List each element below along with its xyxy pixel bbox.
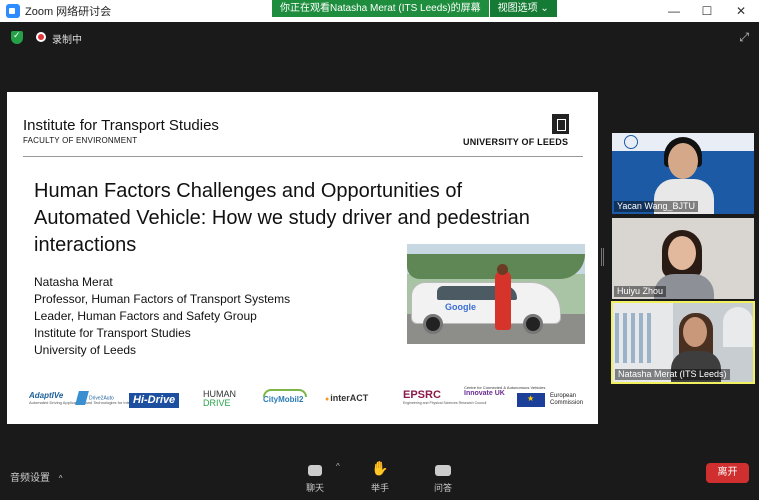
european-commission-logo: European Commission bbox=[550, 393, 584, 406]
university-name: UNIVERSITY OF LEEDS bbox=[463, 137, 569, 147]
raise-hand-button[interactable]: ✋ 举手 bbox=[360, 458, 400, 494]
participant-video-tile[interactable]: Yacan Wang_BJTU bbox=[612, 133, 754, 214]
author-line: University of Leeds bbox=[34, 343, 137, 357]
minimize-button[interactable]: — bbox=[657, 0, 691, 22]
participant-video-tile[interactable]: Huiyu Zhou bbox=[612, 218, 754, 299]
chat-button[interactable]: 聊天 bbox=[295, 458, 335, 494]
active-speaker-video-tile[interactable]: Natasha Merat (ITS Leeds) bbox=[611, 301, 755, 384]
video-background-window bbox=[615, 313, 655, 363]
photo-car-wheel bbox=[523, 314, 543, 334]
shared-screen-slide: Institute for Transport Studies FACULTY … bbox=[7, 92, 598, 424]
zoom-logo-icon bbox=[6, 4, 20, 18]
slide-divider bbox=[23, 156, 583, 157]
photo-car-wheel bbox=[423, 314, 443, 334]
close-button[interactable]: ✕ bbox=[724, 0, 758, 22]
meeting-top-bar: 录制中 ⤢ bbox=[0, 22, 759, 52]
participant-face bbox=[668, 143, 698, 179]
author-line: Institute for Transport Studies bbox=[34, 326, 191, 340]
faculty-subtitle: FACULTY OF ENVIRONMENT bbox=[23, 136, 138, 145]
qa-label: 问答 bbox=[433, 483, 452, 493]
window-title: Zoom 网络研讨会 bbox=[25, 6, 112, 18]
chat-label: 聊天 bbox=[305, 483, 324, 493]
view-options-button[interactable]: 视图选项 ⌄ bbox=[489, 0, 557, 17]
raise-hand-label: 举手 bbox=[370, 483, 389, 493]
author-line: Natasha Merat bbox=[34, 275, 113, 289]
qa-bubbles-icon bbox=[435, 465, 451, 476]
participant-name: Yacan Wang_BJTU bbox=[614, 201, 699, 212]
leave-button[interactable]: 离开 bbox=[706, 463, 749, 483]
human-drive-logo: HUMAN DRIVE bbox=[203, 389, 236, 408]
photo-google-logo: Google bbox=[445, 302, 476, 312]
screen-share-banner: 你正在观看Natasha Merat (ITS Leeds)的屏幕 视图选项 ⌄ bbox=[272, 0, 557, 17]
meeting-toolbar: 音频设置 ^ 聊天 ^ ✋ 举手 问答 bbox=[0, 452, 759, 500]
institute-title: Institute for Transport Studies bbox=[23, 117, 219, 134]
hand-icon: ✋ bbox=[371, 460, 389, 476]
qa-button[interactable]: 问答 bbox=[423, 458, 463, 494]
participant-face bbox=[683, 317, 707, 347]
viewing-screen-message: 你正在观看Natasha Merat (ITS Leeds)的屏幕 bbox=[272, 0, 489, 17]
drive2auto-logo: Drive2Auto bbox=[77, 391, 114, 405]
participant-face bbox=[668, 236, 696, 270]
recording-label: 录制中 bbox=[52, 35, 82, 46]
author-line: Professor, Human Factors of Transport Sy… bbox=[34, 292, 291, 306]
partner-logos-row: AdaptIVe Automated Driving Applications … bbox=[7, 385, 598, 417]
zoom-webinar-window: Zoom 网络研讨会 你正在观看Natasha Merat (ITS Leeds… bbox=[0, 0, 759, 500]
hidrive-logo: Hi-Drive bbox=[129, 393, 180, 408]
video-background-dome bbox=[723, 307, 753, 347]
leeds-crest-icon bbox=[552, 114, 569, 134]
author-line: Leader, Human Factors and Safety Group bbox=[34, 309, 257, 323]
chat-bubble-icon bbox=[308, 465, 322, 476]
photo-person-head bbox=[497, 264, 508, 275]
interact-logo: interACT bbox=[325, 393, 368, 403]
maximize-button[interactable]: ☐ bbox=[690, 0, 724, 22]
self-driving-car-photo: Google bbox=[407, 244, 585, 344]
author-block: Natasha Merat Professor, Human Factors o… bbox=[34, 274, 290, 359]
audio-settings-button[interactable]: 音频设置 ^ bbox=[10, 469, 63, 484]
citymobil2-logo: CityMobil2 bbox=[263, 389, 308, 404]
participant-name: Natasha Merat (ITS Leeds) bbox=[615, 369, 730, 380]
eu-flag-icon bbox=[517, 393, 545, 407]
chat-caret-icon[interactable]: ^ bbox=[336, 462, 340, 471]
fullscreen-expand-icon[interactable]: ⤢ bbox=[739, 30, 749, 45]
recording-icon bbox=[36, 32, 46, 42]
audio-settings-caret-icon[interactable]: ^ bbox=[59, 474, 63, 483]
photo-person bbox=[495, 270, 511, 330]
participant-name: Huiyu Zhou bbox=[614, 286, 667, 297]
encryption-shield-icon[interactable] bbox=[11, 30, 23, 44]
panel-resize-handle[interactable] bbox=[601, 248, 604, 266]
university-seal-icon bbox=[624, 135, 638, 149]
